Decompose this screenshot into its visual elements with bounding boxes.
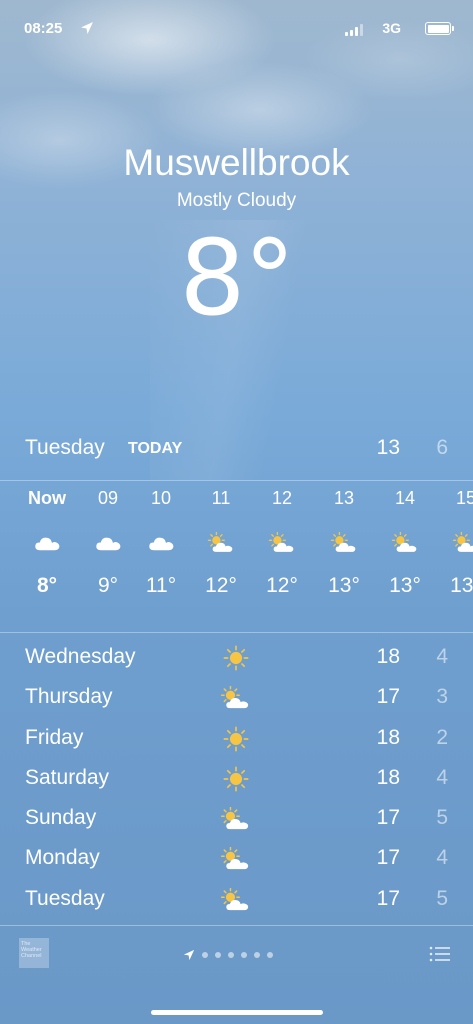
- hourly-temp: 8°: [36, 574, 58, 597]
- daily-row: Monday 17 4: [25, 844, 448, 884]
- divider: [0, 632, 473, 633]
- daily-high: 17: [376, 886, 400, 910]
- hourly-item: 14 13°: [374, 488, 436, 598]
- hourly-item: 12 12°: [251, 488, 313, 598]
- daily-low: 4: [436, 846, 448, 870]
- condition-text: Mostly Cloudy: [176, 190, 297, 211]
- daily-low: 5: [436, 886, 448, 910]
- daily-day: Wednesday: [25, 645, 136, 668]
- daily-low: 4: [436, 645, 448, 668]
- hourly-item: 15 13°: [435, 488, 473, 598]
- page-dot[interactable]: [215, 952, 221, 958]
- today-tag: TODAY: [128, 440, 183, 457]
- hourly-temp: 13°: [450, 574, 473, 597]
- status-time: 08:25: [24, 20, 63, 37]
- daily-row: Sunday 17 5: [25, 804, 448, 844]
- partly-cloudy-icon: [219, 804, 253, 834]
- divider: [0, 925, 473, 926]
- sun-icon: [219, 764, 253, 794]
- daily-low: 3: [436, 685, 448, 709]
- daily-row: Thursday 17 3: [25, 683, 448, 723]
- hourly-time: 12: [271, 488, 293, 508]
- hourly-item: 10 11°: [130, 488, 192, 598]
- daily-high: 17: [376, 846, 400, 870]
- daily-day: Sunday: [25, 806, 97, 830]
- daily-day: Saturday: [25, 765, 110, 789]
- daily-row: Tuesday 17 5: [25, 885, 448, 925]
- page-dot[interactable]: [254, 952, 260, 958]
- daily-forecast: Wednesday 18 4 Thursday 17 3 Friday 18 2 Saturday…: [25, 643, 448, 925]
- list-icon[interactable]: [429, 945, 451, 963]
- daily-row: Friday 18 2: [25, 724, 448, 764]
- page-dot[interactable]: [228, 952, 234, 958]
- daily-low: 2: [436, 725, 448, 749]
- daily-high: 18: [376, 765, 400, 789]
- hourly-item: 11 12°: [190, 488, 252, 598]
- page-dot[interactable]: [241, 952, 247, 958]
- status-bar: 08:25 3G: [24, 18, 454, 42]
- sun-icon: [219, 643, 253, 673]
- hourly-time: 11: [211, 488, 231, 508]
- daily-day: Thursday: [25, 685, 113, 709]
- daily-high: 17: [376, 806, 400, 830]
- daily-row: Wednesday 18 4: [25, 643, 448, 683]
- hourly-time: 14: [394, 488, 416, 508]
- battery-icon: [425, 22, 454, 35]
- hourly-item: 13 13°: [313, 488, 375, 598]
- cellular-signal-icon: [345, 24, 367, 36]
- current-temperature-value: 8°: [179, 217, 295, 339]
- hourly-temp: 12°: [205, 574, 237, 597]
- daily-low: 4: [436, 765, 448, 789]
- daily-row: Saturday 18 4: [25, 764, 448, 804]
- daily-day: Friday: [25, 725, 84, 749]
- hourly-time: 13: [333, 488, 355, 508]
- daily-day: Monday: [25, 846, 100, 870]
- hourly-temp: 12°: [266, 574, 298, 597]
- hourly-time: Now: [28, 488, 66, 508]
- daily-day: Tuesday: [25, 886, 105, 910]
- partly-cloudy-icon: [219, 683, 253, 713]
- partly-cloudy-icon: [219, 885, 253, 915]
- partly-cloudy-icon: [190, 520, 252, 566]
- sun-icon: [219, 724, 253, 754]
- cloud-icon: [130, 520, 192, 566]
- today-row: Tuesday TODAY 13 6: [25, 436, 448, 464]
- page-indicator[interactable]: [183, 948, 273, 962]
- weather-channel-logo[interactable]: The Weather Channel: [19, 938, 49, 968]
- page-dot[interactable]: [267, 952, 273, 958]
- partly-cloudy-icon: [313, 520, 375, 566]
- today-high: 13: [376, 436, 400, 459]
- home-indicator[interactable]: [151, 1010, 323, 1015]
- page-dot[interactable]: [202, 952, 208, 958]
- daily-high: 18: [376, 725, 400, 749]
- partly-cloudy-icon: [251, 520, 313, 566]
- partly-cloudy-icon: [219, 844, 253, 874]
- daily-low: 5: [436, 806, 448, 830]
- hourly-forecast[interactable]: Now8°099°1011°1112°1212°1313°1413°1513°: [0, 488, 473, 628]
- daily-high: 18: [376, 645, 400, 668]
- location-arrow-icon: [183, 949, 195, 961]
- network-type: 3G: [382, 20, 401, 36]
- hourly-temp: 13°: [328, 574, 360, 597]
- hourly-temp: 11°: [145, 574, 177, 597]
- hourly-time: 10: [150, 488, 172, 508]
- city-name: Muswellbrook: [123, 142, 350, 183]
- today-low: 6: [436, 436, 448, 459]
- partly-cloudy-icon: [435, 520, 473, 566]
- cloud-icon: [16, 520, 78, 566]
- today-day: Tuesday: [25, 436, 105, 459]
- bottom-bar: The Weather Channel: [0, 936, 473, 976]
- daily-high: 17: [376, 685, 400, 709]
- current-temperature: 8°: [0, 226, 473, 331]
- hourly-time: 15: [455, 488, 473, 508]
- location-arrow-icon: [81, 22, 93, 34]
- partly-cloudy-icon: [374, 520, 436, 566]
- divider: [0, 480, 473, 481]
- hourly-item: Now 8°: [16, 488, 78, 598]
- hourly-temp: 13°: [389, 574, 421, 597]
